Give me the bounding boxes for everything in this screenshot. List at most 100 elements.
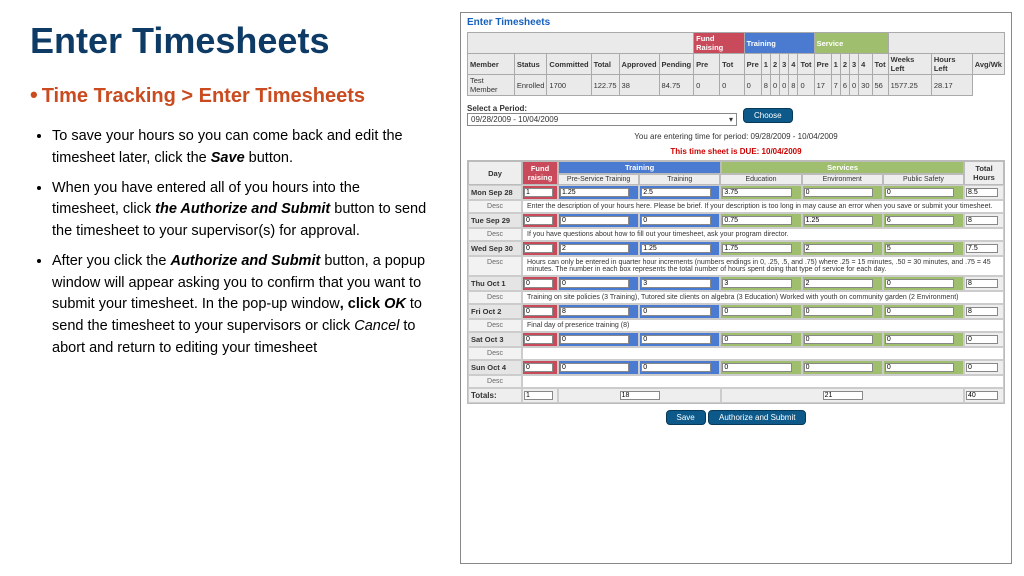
hours-input[interactable] (804, 307, 873, 316)
subcol: Education (720, 174, 801, 185)
day-row: Thu Oct 1 (468, 276, 1004, 291)
summary-table: Fund Raising Training Service MemberStat… (467, 32, 1005, 96)
chevron-down-icon: ▾ (729, 115, 733, 124)
cat-services: Services (721, 161, 964, 174)
authorize-submit-button[interactable]: Authorize and Submit (708, 410, 807, 425)
desc-input[interactable]: Hours can only be entered in quarter hou… (522, 256, 1004, 276)
hours-input[interactable] (524, 188, 553, 197)
hours-input[interactable] (804, 244, 873, 253)
hours-input[interactable] (641, 307, 710, 316)
hours-input[interactable] (560, 363, 629, 372)
desc-input[interactable]: Enter the description of your hours here… (522, 200, 1004, 213)
instruction-item: To save your hours so you can come back … (52, 126, 430, 170)
total-services (823, 391, 863, 400)
hours-input[interactable] (641, 244, 710, 253)
desc-input[interactable]: If you have questions about how to fill … (522, 228, 1004, 241)
row-total (966, 307, 998, 316)
hours-input[interactable] (722, 188, 791, 197)
period-label: Select a Period: (467, 104, 737, 113)
row-total (966, 335, 998, 344)
day-row: Sun Oct 4 (468, 360, 1004, 375)
total-training (620, 391, 660, 400)
desc-row: DescIf you have questions about how to f… (468, 228, 1004, 241)
hours-input[interactable] (722, 363, 791, 372)
hours-input[interactable] (722, 244, 791, 253)
panel-title: Enter Timesheets (467, 17, 1005, 28)
hours-input[interactable] (804, 188, 873, 197)
hours-input[interactable] (885, 335, 954, 344)
due-notice: This time sheet is DUE: 10/04/2009 (467, 147, 1005, 156)
hours-input[interactable] (560, 279, 629, 288)
col-total: Total Hours (964, 161, 1004, 185)
choose-button[interactable]: Choose (743, 108, 793, 123)
desc-input[interactable]: Training on site policies (3 Training), … (522, 291, 1004, 304)
desc-input[interactable] (522, 375, 1004, 388)
hours-input[interactable] (885, 188, 954, 197)
hours-input[interactable] (524, 216, 553, 225)
hours-input[interactable] (641, 188, 710, 197)
row-total (966, 216, 998, 225)
hours-input[interactable] (560, 188, 629, 197)
row-total (966, 188, 998, 197)
cat-training: Training (558, 161, 721, 174)
bullet-icon: • (30, 82, 38, 107)
subcol: Pre-Service Training (558, 174, 639, 185)
total-fr (524, 391, 553, 400)
hours-input[interactable] (722, 335, 791, 344)
hours-input[interactable] (722, 216, 791, 225)
subcol: Public Safety (883, 174, 964, 185)
hours-input[interactable] (560, 244, 629, 253)
desc-row: Desc (468, 347, 1004, 360)
hours-input[interactable] (560, 216, 629, 225)
instruction-pane: Enter Timesheets •Time Tracking > Enter … (0, 0, 460, 576)
day-row: Fri Oct 2 (468, 304, 1004, 319)
row-total (966, 279, 998, 288)
hours-input[interactable] (524, 307, 553, 316)
desc-row: Desc (468, 375, 1004, 388)
period-select[interactable]: 09/28/2009 - 10/04/2009▾ (467, 113, 737, 126)
day-row: Mon Sep 28 (468, 185, 1004, 200)
hours-input[interactable] (885, 363, 954, 372)
timesheet-grid: Day Fund raising Training Services Pre-S… (467, 160, 1005, 404)
save-button[interactable]: Save (666, 410, 706, 425)
subcol: Training (639, 174, 720, 185)
hours-input[interactable] (722, 307, 791, 316)
hours-input[interactable] (524, 244, 553, 253)
hours-input[interactable] (722, 279, 791, 288)
hours-input[interactable] (641, 279, 710, 288)
timesheet-panel: Enter Timesheets Fund Raising Training S… (460, 12, 1012, 564)
breadcrumb: •Time Tracking > Enter Timesheets (30, 82, 430, 108)
instruction-list: To save your hours so you can come back … (30, 126, 430, 360)
hours-input[interactable] (885, 244, 954, 253)
hours-input[interactable] (641, 335, 710, 344)
desc-row: DescFinal day of preserice training (8) (468, 319, 1004, 332)
hours-input[interactable] (524, 335, 553, 344)
period-info: You are entering time for period: 09/28/… (467, 132, 1005, 141)
hours-input[interactable] (560, 335, 629, 344)
page-title: Enter Timesheets (30, 20, 430, 62)
subcol: Environment (802, 174, 883, 185)
instruction-item: When you have entered all of you hours i… (52, 178, 430, 243)
desc-row: DescEnter the description of your hours … (468, 200, 1004, 213)
day-row: Wed Sep 30 (468, 241, 1004, 256)
hours-input[interactable] (641, 216, 710, 225)
col-day: Day (468, 161, 522, 185)
hours-input[interactable] (804, 363, 873, 372)
total-grand (966, 391, 998, 400)
hours-input[interactable] (804, 335, 873, 344)
hours-input[interactable] (885, 279, 954, 288)
desc-row: DescTraining on site policies (3 Trainin… (468, 291, 1004, 304)
totals-row: Totals: (468, 388, 1004, 403)
desc-input[interactable]: Final day of preserice training (8) (522, 319, 1004, 332)
hours-input[interactable] (524, 279, 553, 288)
hours-input[interactable] (885, 307, 954, 316)
desc-input[interactable] (522, 347, 1004, 360)
row-total (966, 244, 998, 253)
hours-input[interactable] (524, 363, 553, 372)
row-total (966, 363, 998, 372)
hours-input[interactable] (641, 363, 710, 372)
hours-input[interactable] (560, 307, 629, 316)
hours-input[interactable] (885, 216, 954, 225)
hours-input[interactable] (804, 279, 873, 288)
hours-input[interactable] (804, 216, 873, 225)
